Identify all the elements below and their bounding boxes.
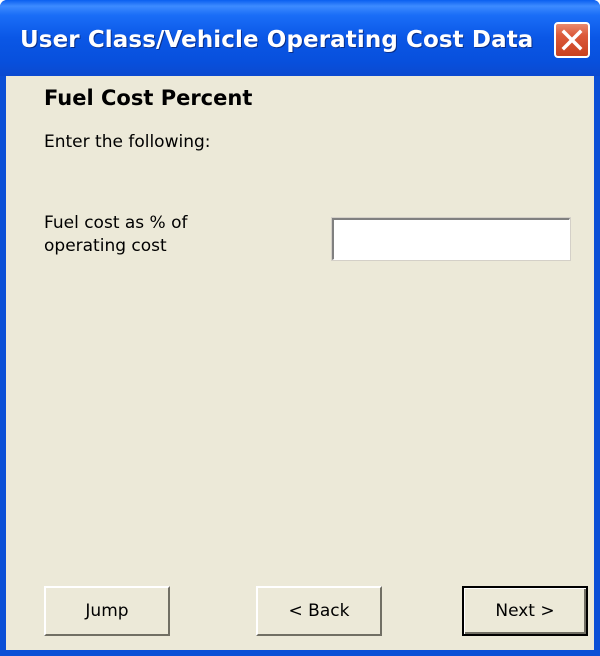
- title-bar[interactable]: User Class/Vehicle Operating Cost Data: [0, 0, 600, 76]
- jump-button[interactable]: Jump: [44, 586, 170, 636]
- window-title: User Class/Vehicle Operating Cost Data: [20, 27, 534, 53]
- page-heading: Fuel Cost Percent: [44, 86, 253, 110]
- fuel-cost-label-line2: operating cost: [44, 236, 167, 256]
- fuel-cost-label-line1: Fuel cost as % of: [44, 213, 188, 233]
- back-button[interactable]: < Back: [256, 586, 382, 636]
- dialog-body: Fuel Cost Percent Enter the following: F…: [6, 76, 594, 650]
- fuel-cost-percent-input[interactable]: [331, 217, 571, 261]
- fuel-cost-label: Fuel cost as % of operating cost: [44, 212, 274, 258]
- instruction-text: Enter the following:: [44, 132, 211, 152]
- dialog-window: User Class/Vehicle Operating Cost Data F…: [0, 0, 600, 656]
- close-button[interactable]: [554, 22, 590, 58]
- next-button[interactable]: Next >: [462, 586, 588, 636]
- close-icon: [561, 29, 583, 51]
